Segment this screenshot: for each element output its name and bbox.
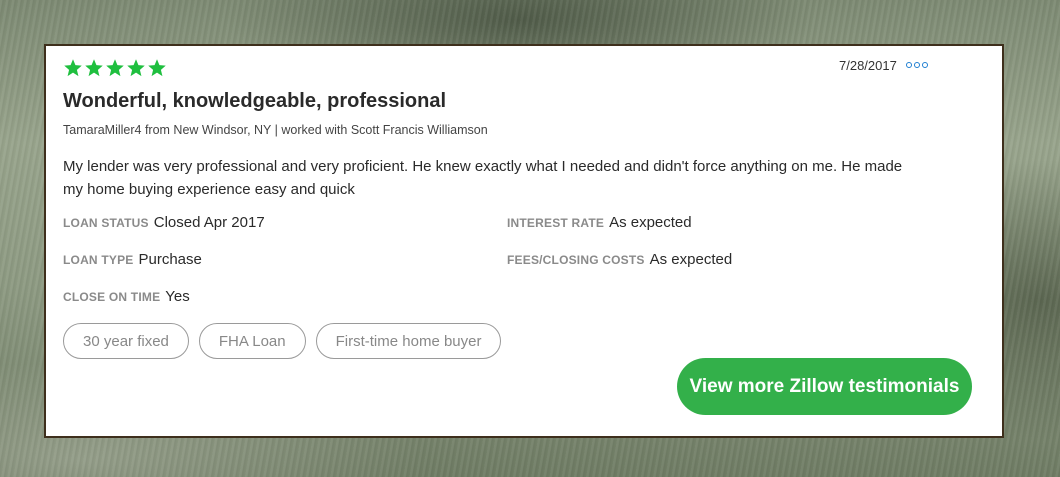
fees-field: FEES/CLOSING COSTS As expected [507,251,732,268]
reviewer-info: TamaraMiller4 from New Windsor, NY | wor… [63,123,488,137]
loan-status-field: LOAN STATUS Closed Apr 2017 [63,214,265,231]
loan-type-field: LOAN TYPE Purchase [63,251,202,268]
star-rating [63,58,167,78]
loan-status-value: Closed Apr 2017 [153,214,265,231]
dot [906,62,912,68]
dot [914,62,920,68]
review-date: 7/28/2017 [839,58,897,73]
interest-rate-label: INTEREST RATE [507,216,605,230]
tag-first-time-home-buyer[interactable]: First-time home buyer [315,323,502,359]
close-on-time-label: CLOSE ON TIME [63,290,161,304]
loan-type-label: LOAN TYPE [63,253,134,267]
loan-tags: 30 year fixed FHA Loan First-time home b… [63,323,502,359]
star-icon [85,59,103,77]
close-on-time-value: Yes [165,288,190,305]
loan-status-label: LOAN STATUS [63,216,149,230]
star-icon [148,59,166,77]
tag-fha-loan[interactable]: FHA Loan [198,323,306,359]
review-card: 7/28/2017 Wonderful, knowledgeable, prof… [44,44,1004,438]
fees-label: FEES/CLOSING COSTS [507,253,645,267]
close-on-time-field: CLOSE ON TIME Yes [63,288,190,305]
star-icon [64,59,82,77]
more-options-icon[interactable] [906,58,928,68]
loan-type-value: Purchase [138,251,202,268]
interest-rate-field: INTEREST RATE As expected [507,214,692,231]
star-icon [127,59,145,77]
view-more-testimonials-button[interactable]: View more Zillow testimonials [677,358,972,415]
dot [922,62,928,68]
review-body: My lender was very professional and very… [63,158,903,198]
tag-30-year-fixed[interactable]: 30 year fixed [63,323,189,359]
fees-value: As expected [649,251,733,268]
star-icon [106,59,124,77]
interest-rate-value: As expected [609,214,692,231]
review-title: Wonderful, knowledgeable, professional [63,90,447,112]
